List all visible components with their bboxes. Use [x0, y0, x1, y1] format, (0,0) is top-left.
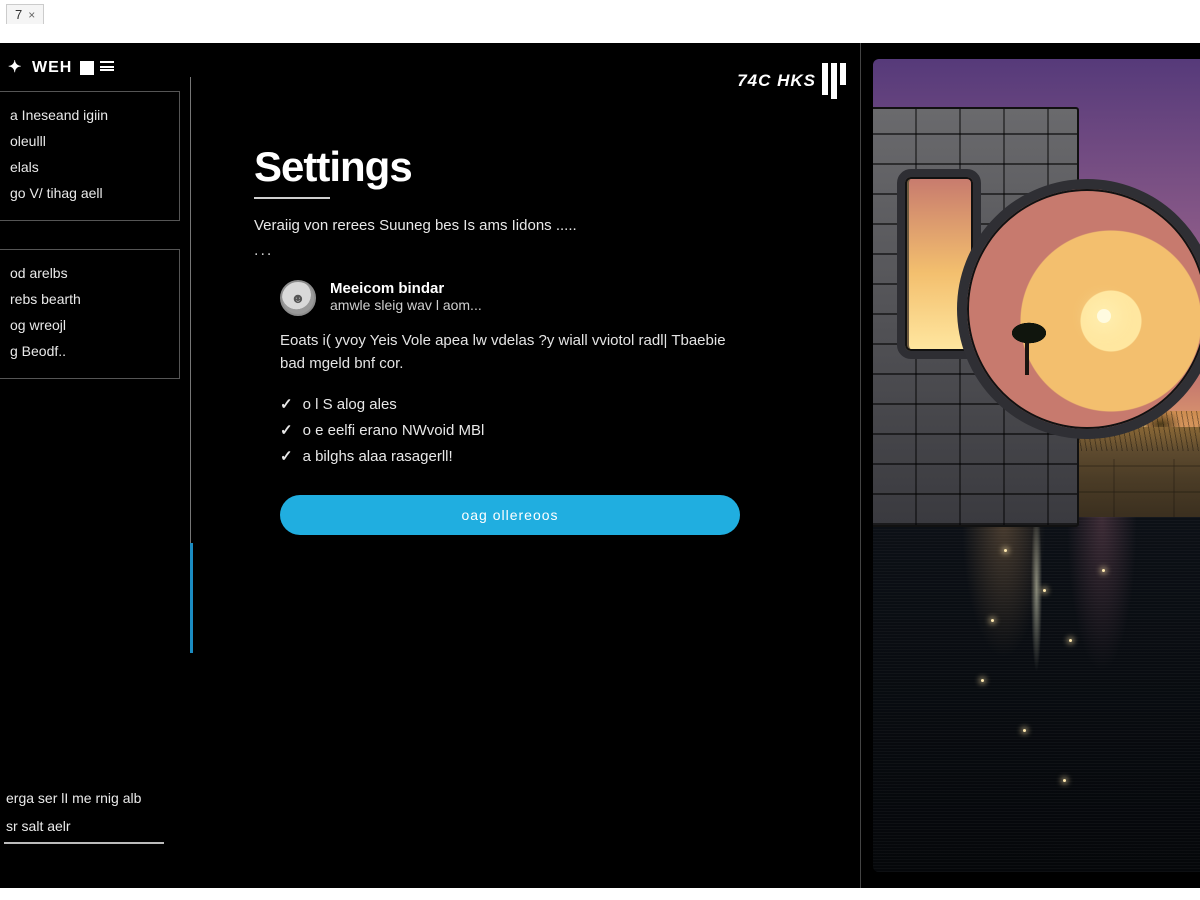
- brand-glyphs: [80, 61, 114, 75]
- card-subtitle: amwle sleig wav l aom...: [330, 297, 482, 313]
- accent-bar: [190, 543, 193, 653]
- sidebar-group-1: a Ineseand igiin oleulll elals go V/ tih…: [0, 91, 180, 221]
- badge-text: 74C HKS: [737, 71, 816, 91]
- sidebar-item[interactable]: rebs bearth: [8, 286, 173, 312]
- close-icon[interactable]: ×: [28, 8, 35, 22]
- avatar-icon: ☻: [280, 280, 316, 316]
- sidebar-footer-item[interactable]: sr salt aelr: [4, 812, 180, 840]
- sidebar-footer-item[interactable]: erga ser lI me rnig alb: [4, 784, 180, 812]
- bars-icon: [822, 63, 846, 99]
- spark-icon: [8, 60, 24, 76]
- tab-label: 7: [15, 7, 22, 22]
- feature-item: o e eelfi erano NWvoid MBl: [280, 417, 808, 443]
- profile-card: ☻ Meeicom bindar amwle sleig wav l aom..…: [280, 280, 808, 316]
- brand-text: WEH: [32, 59, 72, 77]
- app-window: WEH a Ineseand igiin oleulll elals go V/…: [0, 40, 1200, 888]
- feature-list: o l S alog ales o e eelfi erano NWvoid M…: [280, 391, 808, 469]
- primary-button[interactable]: oag ollereoos: [280, 495, 740, 535]
- feature-item: o l S alog ales: [280, 391, 808, 417]
- sidebar-item[interactable]: od arelbs: [8, 260, 173, 286]
- square-icon: [80, 61, 94, 75]
- card-title: Meeicom bindar: [330, 280, 482, 297]
- window-tab[interactable]: 7 ×: [6, 4, 44, 24]
- hero-image: [860, 43, 1200, 888]
- content: 74C HKS Settings Veraiig von rerees Suun…: [190, 43, 860, 888]
- page-subtitle: Veraiig von rerees Suuneg bes Is ams Iid…: [254, 217, 808, 234]
- brand: WEH: [0, 59, 180, 91]
- ellipsis: ...: [254, 242, 808, 260]
- sidebar-item[interactable]: a Ineseand igiin: [8, 102, 173, 128]
- window-tab-bar: 7 ×: [0, 0, 44, 28]
- sidebar-item[interactable]: elals: [8, 154, 173, 180]
- main: 74C HKS Settings Veraiig von rerees Suun…: [190, 43, 1200, 888]
- brand-badge: 74C HKS: [737, 63, 846, 99]
- sidebar: WEH a Ineseand igiin oleulll elals go V/…: [0, 43, 190, 888]
- divider: [4, 842, 164, 844]
- sidebar-item[interactable]: g Beodf..: [8, 338, 173, 364]
- sidebar-footer: erga ser lI me rnig alb sr salt aelr: [0, 784, 180, 872]
- sidebar-item[interactable]: oleulll: [8, 128, 173, 154]
- menu-icon[interactable]: [100, 61, 114, 71]
- image-frame: [873, 59, 1200, 872]
- divider: [254, 197, 330, 199]
- feature-item: a bilghs alaa rasagerll!: [280, 443, 808, 469]
- sidebar-item[interactable]: go V/ tihag aell: [8, 180, 173, 206]
- page-title: Settings: [254, 143, 808, 191]
- sidebar-group-2: od arelbs rebs bearth og wreojl g Beodf.…: [0, 249, 180, 379]
- description: Eoats i( yvoy Yeis Vole apea lw vdelas ?…: [280, 330, 740, 375]
- sidebar-item[interactable]: og wreojl: [8, 312, 173, 338]
